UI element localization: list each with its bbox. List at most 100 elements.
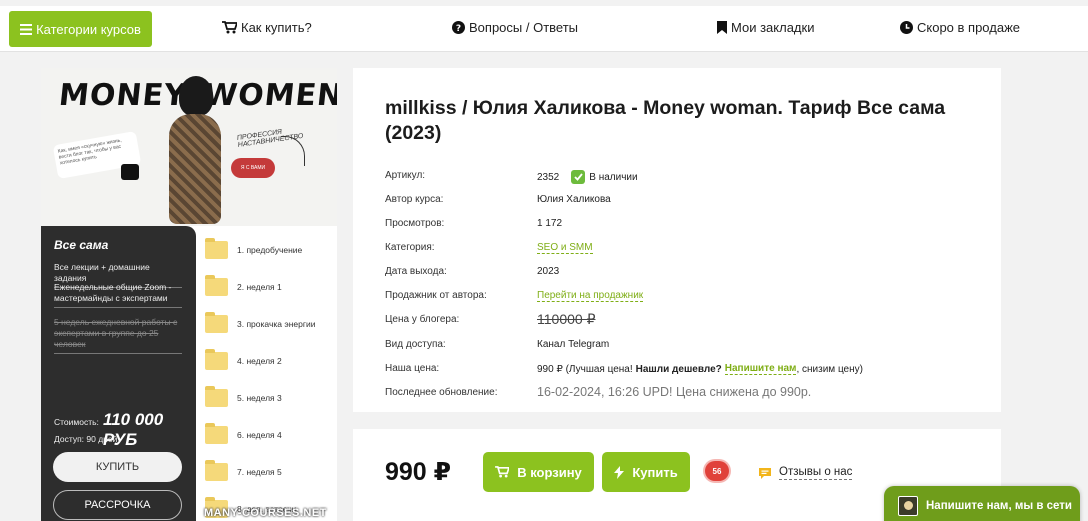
clock-icon (900, 21, 913, 34)
spec-row-release: Дата выхода: 2023 (385, 264, 985, 280)
spec-row-category: Категория: SEO и SMM (385, 240, 985, 256)
spec-row-access: Вид доступа: Канал Telegram (385, 337, 985, 353)
checkmark-icon (571, 170, 586, 184)
folder-icon (205, 423, 228, 444)
nav-faq-label: Вопросы / Ответы (469, 20, 579, 35)
spec-row-article: Артикул: 2352 В наличии (385, 168, 985, 184)
folder-label: 1. предобучение (237, 245, 303, 255)
bookmark-icon (717, 21, 727, 34)
cover-brand-money: MONEY (57, 78, 189, 113)
counter-badge: 56 (705, 461, 729, 481)
cover-red-button: Я С ВАМИ (231, 158, 275, 178)
tariff-feature-excluded: 5 недель ежедневной работы с экспертами … (54, 317, 182, 354)
tariff-access: Доступ: 90 дней (54, 434, 118, 444)
folder-item: 5. неделя 3 (205, 386, 335, 409)
spec-key: Вид доступа: (385, 339, 446, 350)
spec-value: 16-02-2024, 16:26 UPD! Цена снижена до 9… (537, 385, 812, 399)
svg-text:?: ? (456, 24, 461, 34)
spec-value: SEO и SMM (537, 242, 593, 254)
price-tail-text: , снизим цену) (796, 363, 863, 375)
spec-key: Категория: (385, 242, 435, 253)
tariff-feature: Еженедельные общие Zoom - мастермайнды с… (54, 282, 182, 308)
folder-item: 4. неделя 2 (205, 349, 335, 372)
live-chat-widget[interactable]: Напишите нам, мы в сети (884, 486, 1080, 521)
folder-icon (205, 460, 228, 481)
spec-row-seller: Продажник от автора: Перейти на продажни… (385, 288, 985, 304)
updated-text: 16-02-2024, 16:26 UPD! Цена снижена до 9… (537, 385, 812, 399)
lightning-icon (614, 465, 625, 479)
article-number: 2352 (537, 171, 560, 183)
add-to-cart-label: В корзину (517, 464, 582, 480)
buy-now-label: Купить (632, 464, 678, 480)
spec-row-author: Автор курса: Юлия Халикова (385, 192, 985, 208)
folder-label: 5. неделя 3 (237, 393, 282, 403)
cart-icon (495, 466, 510, 478)
folder-item: 2. неделя 1 (205, 275, 335, 298)
stock-status: В наличии (589, 171, 638, 183)
spec-key: Цена у блогера: (385, 314, 460, 325)
spec-key: Дата выхода: (385, 266, 447, 277)
folder-icon (205, 238, 228, 259)
folder-icon (205, 386, 228, 407)
cover-buy-button: КУПИТЬ (53, 452, 182, 482)
spec-value: 2023 (537, 266, 560, 277)
spec-value: 990 ₽ (Лучшая цена! Нашли дешевле? Напиш… (537, 363, 863, 375)
model-figure-dress (169, 114, 221, 224)
folder-label: 6. неделя 4 (237, 430, 282, 440)
folder-icon (205, 275, 228, 296)
spec-row-updated: Последнее обновление: 16-02-2024, 16:26 … (385, 385, 985, 401)
model-figure-head (179, 76, 213, 116)
operator-avatar (898, 496, 918, 516)
folder-item: 6. неделя 4 (205, 423, 335, 446)
category-link[interactable]: SEO и SMM (537, 242, 593, 254)
spec-key: Последнее обновление: (385, 387, 498, 398)
product-info-card: millkiss / Юлия Халикова - Money woman. … (353, 68, 1001, 412)
folder-label: 2. неделя 1 (237, 282, 282, 292)
spec-row-blogger-price: Цена у блогера: 110000 ₽ (385, 311, 985, 328)
found-cheaper-text: Нашли дешевле? (635, 363, 722, 375)
sales-page-link[interactable]: Перейти на продажник (537, 290, 644, 302)
spec-row-our-price: Наша цена: 990 ₽ (Лучшая цена! Нашли деш… (385, 361, 985, 377)
folder-item: 1. предобучение (205, 238, 335, 261)
menu-icon (20, 23, 33, 35)
spec-value: 2352 В наличии (537, 170, 638, 184)
cover-header: MONEY WOMEN Как, имея «скучную» жизнь, в… (41, 68, 337, 226)
tariff-card: Все сама Все лекции + домашние задания Е… (41, 226, 196, 521)
tariff-price: 110 000 РУБ (103, 410, 164, 449)
buy-now-button[interactable]: Купить (602, 452, 690, 492)
arrow-icon (281, 136, 305, 166)
nav-how-to-buy-label: Как купить? (241, 20, 312, 35)
categories-button[interactable]: Категории курсов (9, 11, 152, 47)
handbag-icon (121, 164, 139, 180)
blogger-price: 110000 ₽ (537, 311, 596, 327)
folder-label: 4. неделя 2 (237, 356, 282, 366)
current-price: 990 ₽ (385, 458, 452, 486)
nav-how-to-buy[interactable]: Как купить? (222, 20, 312, 35)
chat-bubble-icon (759, 468, 771, 479)
folder-label: 7. неделя 5 (237, 467, 282, 477)
spec-key: Просмотров: (385, 218, 445, 229)
folder-label: 3. прокачка энергии (237, 319, 316, 329)
nav-bookmarks-label: Мои закладки (731, 20, 815, 35)
cover-brand-women: WOMEN (202, 78, 337, 113)
spec-key: Продажник от автора: (385, 290, 487, 301)
folder-icon (205, 349, 228, 370)
spec-row-views: Просмотров: 1 172 (385, 216, 985, 232)
chat-label: Напишите нам, мы в сети (926, 500, 1072, 512)
our-price-text: 990 ₽ (Лучшая цена! (537, 363, 633, 375)
tariff-price-label: Стоимость: (54, 417, 99, 427)
spec-key: Наша цена: (385, 363, 440, 374)
cart-icon (222, 21, 237, 34)
add-to-cart-button[interactable]: В корзину (483, 452, 594, 492)
spec-value: Перейти на продажник (537, 290, 644, 302)
nav-bookmarks[interactable]: Мои закладки (717, 20, 814, 35)
reviews-link[interactable]: Отзывы о нас (779, 466, 853, 480)
write-us-link[interactable]: Напишите нам (724, 363, 797, 375)
spec-key: Артикул: (385, 170, 426, 181)
spec-value: 1 172 (537, 218, 563, 229)
question-icon: ? (452, 21, 465, 34)
spec-value: Канал Telegram (537, 339, 610, 350)
nav-coming-soon-label: Скоро в продаже (917, 20, 1020, 35)
nav-coming-soon[interactable]: Скоро в продаже (900, 20, 1020, 35)
nav-faq[interactable]: ? Вопросы / Ответы (452, 20, 578, 35)
